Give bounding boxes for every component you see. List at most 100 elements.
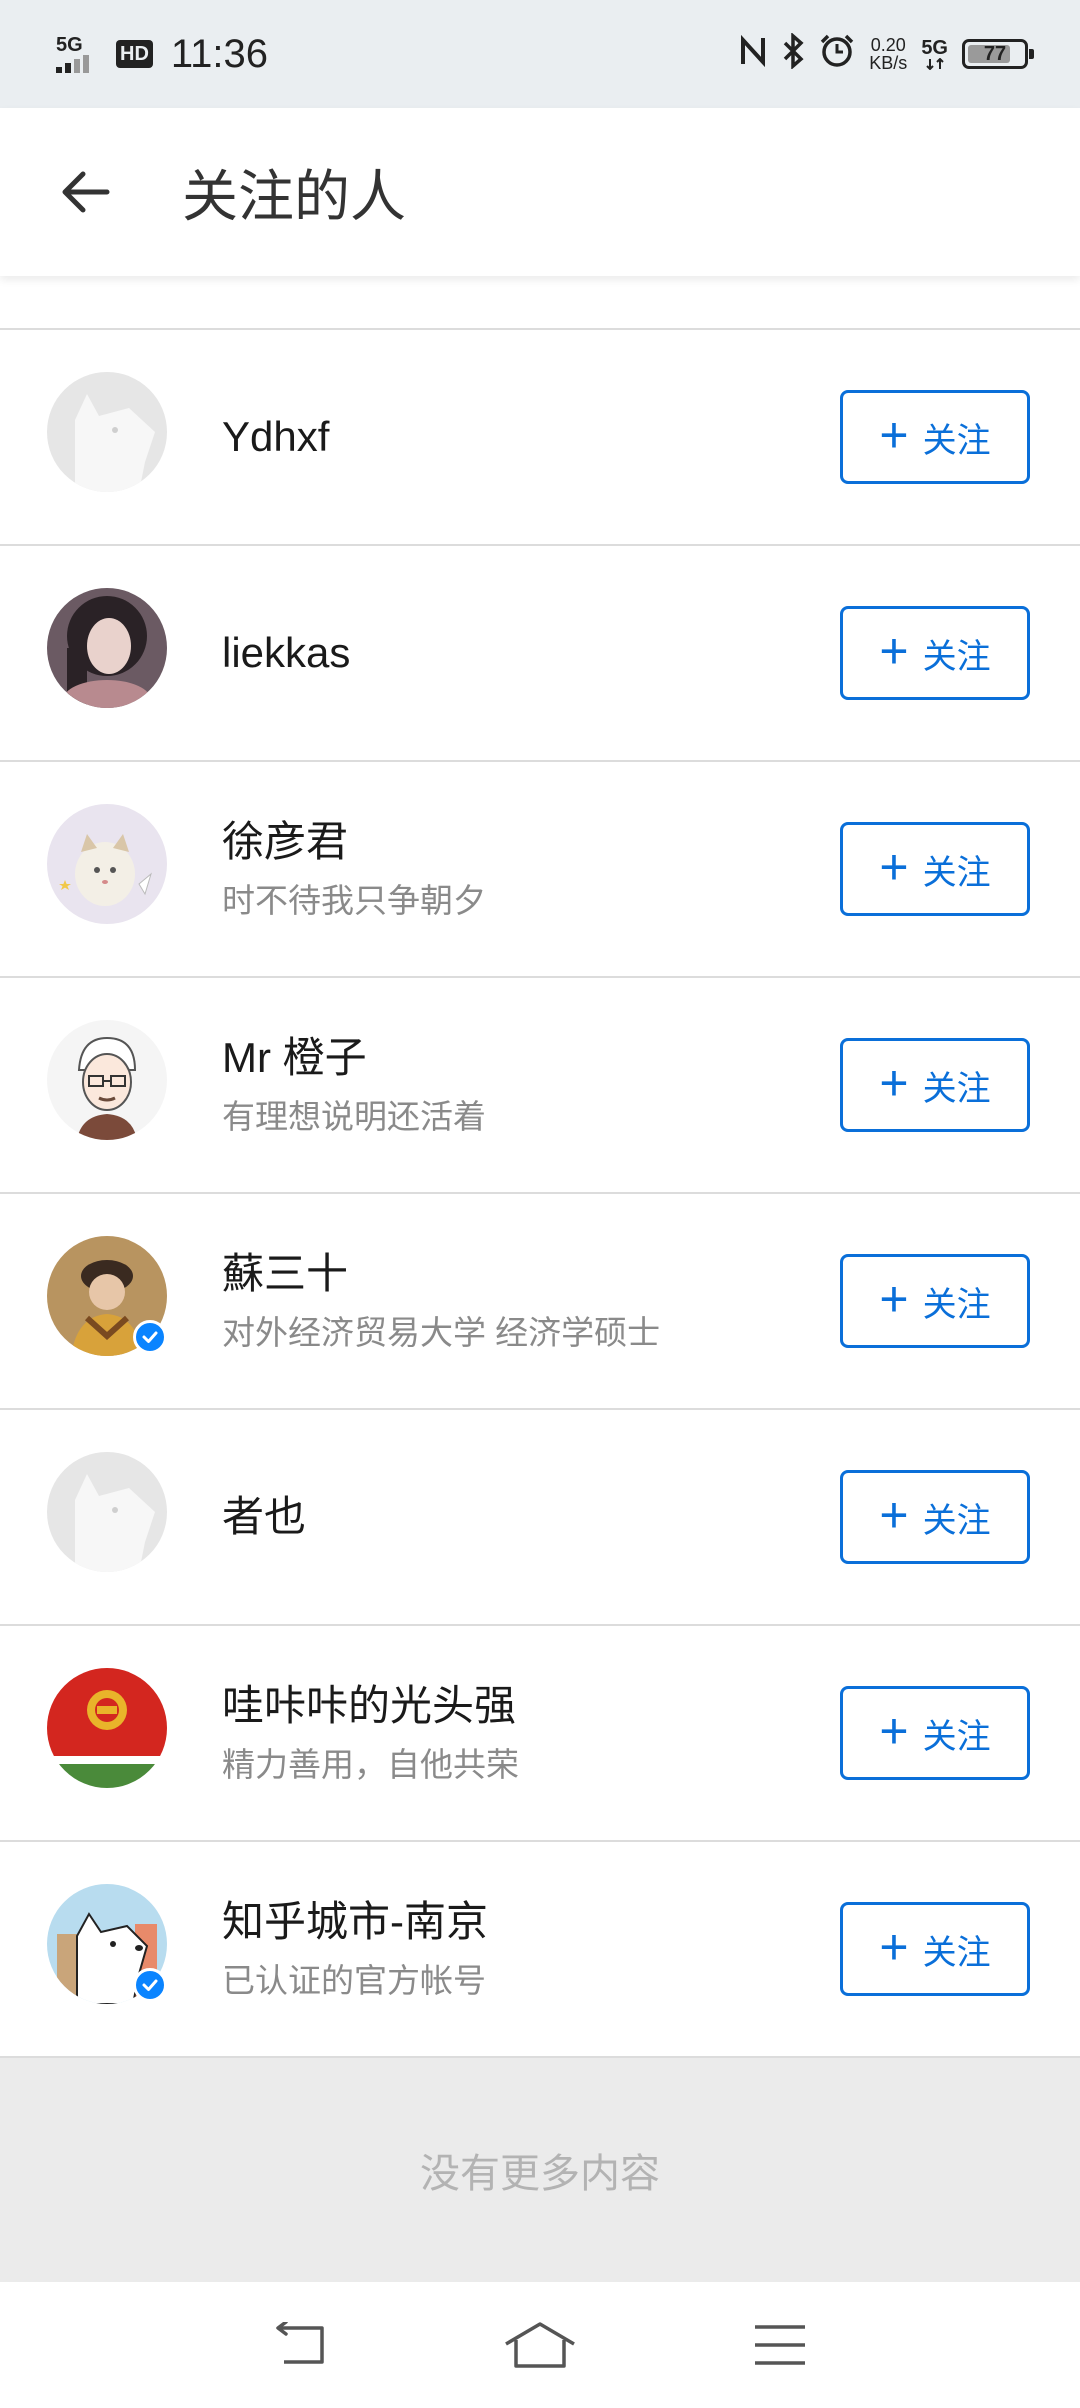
plus-icon: + xyxy=(879,623,909,679)
follow-label: 关注 xyxy=(922,1501,991,1540)
follow-label: 关注 xyxy=(922,421,991,460)
follow-button[interactable]: + 关注 xyxy=(840,822,1030,916)
list-item[interactable]: 蘇三十 对外经济贸易大学 经济学硕士 + 关注 xyxy=(0,1194,1080,1410)
cartoon-avatar-icon xyxy=(47,1020,167,1140)
back-gesture-icon xyxy=(276,2322,324,2364)
clock: 11:36 xyxy=(170,31,269,76)
network-speed: 0.20 KB/s xyxy=(869,36,907,72)
user-info: liekkas xyxy=(222,546,350,760)
list-item[interactable]: 者也 + 关注 xyxy=(0,1410,1080,1626)
list-item[interactable]: Mr 橙子 有理想说明还活着 + 关注 xyxy=(0,978,1080,1194)
bluetooth-icon xyxy=(781,32,805,75)
user-name[interactable]: 者也 xyxy=(222,1490,306,1544)
user-name[interactable]: 蘇三十 xyxy=(222,1247,660,1301)
avatar[interactable] xyxy=(47,1020,167,1140)
list-end-footer: 没有更多内容 xyxy=(0,2058,1080,2282)
list-item[interactable]: 哇咔咔的光头强 精力善用，自他共荣 + 关注 xyxy=(0,1626,1080,1842)
user-name[interactable]: Ydhxf xyxy=(222,410,329,464)
list-item[interactable]: liekkas + 关注 xyxy=(0,546,1080,762)
list-item[interactable]: 知乎城市-南京 已认证的官方帐号 + 关注 xyxy=(0,1842,1080,2058)
plus-icon: + xyxy=(879,1055,909,1111)
follow-label: 关注 xyxy=(922,853,991,892)
user-name[interactable]: liekkas xyxy=(222,626,350,680)
data-arrows-icon xyxy=(925,58,944,70)
follow-button[interactable]: + 关注 xyxy=(840,390,1030,484)
avatar[interactable] xyxy=(47,804,167,924)
arrow-left-icon xyxy=(62,171,110,213)
speed-unit: KB/s xyxy=(869,53,908,73)
emblem-avatar-icon xyxy=(47,1668,167,1788)
list-item[interactable]: Ydhxf + 关注 xyxy=(0,330,1080,546)
avatar[interactable] xyxy=(47,1668,167,1788)
signal-bars-icon xyxy=(56,55,89,73)
back-button[interactable] xyxy=(40,147,130,237)
verified-badge-icon xyxy=(133,1320,167,1354)
default-avatar-icon xyxy=(47,1452,167,1572)
nav-back-button[interactable] xyxy=(255,2300,345,2390)
home-icon xyxy=(505,2322,575,2368)
follow-label: 关注 xyxy=(922,1069,991,1108)
follow-label: 关注 xyxy=(922,1285,991,1324)
following-list: Ydhxf + 关注 liekkas + 关注 徐彦君 时不待我只争朝夕 + 关… xyxy=(0,328,1080,2058)
status-bar: 5G HD 11:36 0.20 KB/s 5G 77 xyxy=(0,0,1080,108)
user-info: 徐彦君 时不待我只争朝夕 xyxy=(222,762,486,976)
user-name[interactable]: Mr 橙子 xyxy=(222,1031,486,1085)
secondary-signal: 5G xyxy=(921,38,948,70)
follow-button[interactable]: + 关注 xyxy=(840,1470,1030,1564)
list-item[interactable]: 徐彦君 时不待我只争朝夕 + 关注 xyxy=(0,762,1080,978)
user-info: 知乎城市-南京 已认证的官方帐号 xyxy=(222,1842,488,2056)
signal-indicator: 5G xyxy=(56,35,104,73)
nav-home-button[interactable] xyxy=(495,2300,585,2390)
app-bar: 关注的人 xyxy=(0,108,1080,276)
avatar[interactable] xyxy=(47,1884,167,2004)
user-bio: 精力善用，自他共荣 xyxy=(222,1746,519,1783)
status-left: 5G HD 11:36 xyxy=(56,32,268,77)
plus-icon: + xyxy=(879,839,909,895)
avatar[interactable] xyxy=(47,588,167,708)
no-more-content-text: 没有更多内容 xyxy=(420,2152,660,2196)
user-info: 哇咔咔的光头强 精力善用，自他共荣 xyxy=(222,1626,519,1840)
speed-value: 0.20 xyxy=(870,35,906,55)
network-type-2: 5G xyxy=(921,37,948,59)
cat-photo-icon xyxy=(47,804,167,924)
follow-label: 关注 xyxy=(922,1933,991,1972)
plus-icon: + xyxy=(879,1703,909,1759)
user-name[interactable]: 哇咔咔的光头强 xyxy=(222,1679,519,1733)
system-nav-bar xyxy=(0,2282,1080,2408)
nfc-icon xyxy=(739,34,767,74)
plus-icon: + xyxy=(879,1271,909,1327)
user-info: 者也 xyxy=(222,1410,306,1624)
user-bio: 对外经济贸易大学 经济学硕士 xyxy=(222,1314,661,1351)
user-name[interactable]: 徐彦君 xyxy=(222,815,486,869)
battery-icon: 77 xyxy=(962,39,1034,69)
page-title: 关注的人 xyxy=(182,164,406,228)
user-name[interactable]: 知乎城市-南京 xyxy=(222,1895,488,1949)
follow-label: 关注 xyxy=(922,637,991,676)
follow-button[interactable]: + 关注 xyxy=(840,1038,1030,1132)
follow-button[interactable]: + 关注 xyxy=(840,606,1030,700)
follow-label: 关注 xyxy=(922,1717,991,1756)
verified-badge-icon xyxy=(133,1968,167,2002)
follow-button[interactable]: + 关注 xyxy=(840,1902,1030,1996)
plus-icon: + xyxy=(879,1919,909,1975)
user-bio: 时不待我只争朝夕 xyxy=(222,882,486,919)
user-bio: 有理想说明还活着 xyxy=(222,1098,486,1135)
user-bio: 已认证的官方帐号 xyxy=(222,1962,486,1999)
user-info: Ydhxf xyxy=(222,330,329,544)
default-avatar-icon xyxy=(47,372,167,492)
plus-icon: + xyxy=(879,407,909,463)
plus-icon: + xyxy=(879,1487,909,1543)
status-right: 0.20 KB/s 5G 77 xyxy=(739,32,1034,75)
avatar[interactable] xyxy=(47,1236,167,1356)
avatar[interactable] xyxy=(47,1452,167,1572)
menu-icon xyxy=(755,2325,805,2365)
user-info: Mr 橙子 有理想说明还活着 xyxy=(222,978,486,1192)
battery-level: 77 xyxy=(983,42,1007,65)
avatar[interactable] xyxy=(47,372,167,492)
user-photo-icon xyxy=(47,588,167,708)
user-info: 蘇三十 对外经济贸易大学 经济学硕士 xyxy=(222,1194,660,1408)
follow-button[interactable]: + 关注 xyxy=(840,1254,1030,1348)
nav-menu-button[interactable] xyxy=(735,2300,825,2390)
follow-button[interactable]: + 关注 xyxy=(840,1686,1030,1780)
network-type: 5G xyxy=(56,34,83,56)
